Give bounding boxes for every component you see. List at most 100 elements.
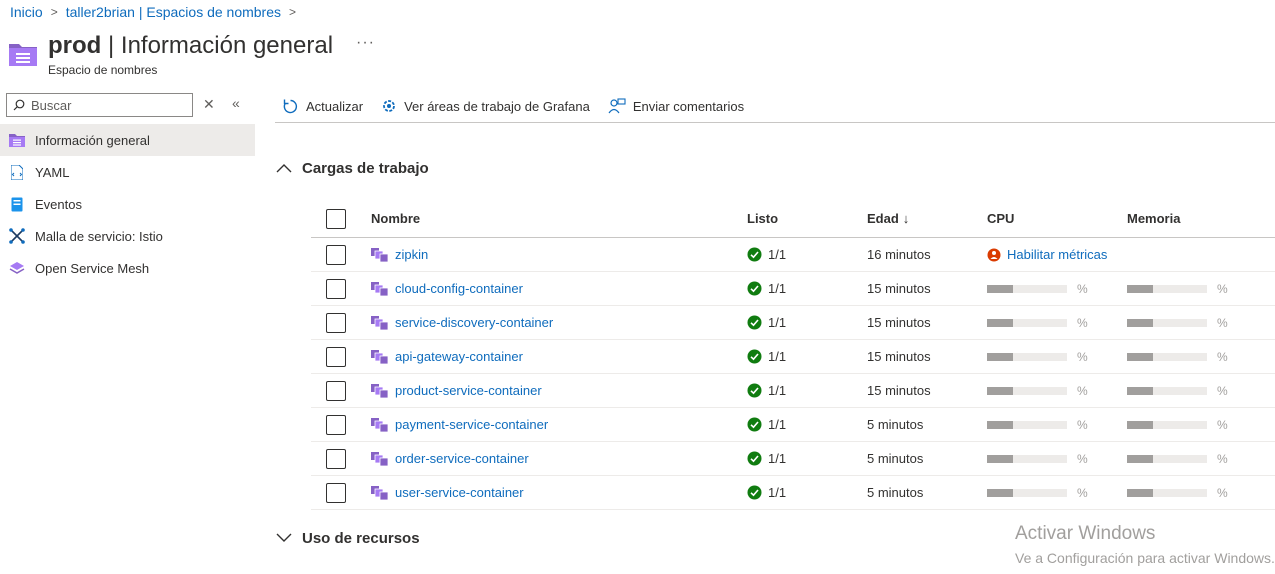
- search-input[interactable]: [31, 97, 181, 113]
- pod-icon: [371, 281, 389, 296]
- cpu-usage-bar: [987, 352, 1067, 361]
- scrolled-content-icon: [442, 123, 486, 129]
- column-header-name[interactable]: Nombre: [371, 211, 747, 226]
- sidebar-item-events[interactable]: Eventos: [0, 188, 255, 220]
- table-row[interactable]: payment-service-container 1/1 5 minutos%%: [311, 408, 1275, 442]
- sidebar-item-osm[interactable]: Open Service Mesh: [0, 252, 255, 284]
- resources-title: Uso de recursos: [302, 530, 420, 547]
- namespace-icon: [9, 44, 37, 66]
- table-row[interactable]: cloud-config-container 1/1 15 minutos%%: [311, 272, 1275, 306]
- sidebar-item-label: YAML: [35, 164, 70, 180]
- check-circle-icon: [747, 417, 762, 432]
- table-row[interactable]: zipkin 1/1 16 minutos Habilitar métricas: [311, 238, 1275, 272]
- memory-usage-fill: [1127, 284, 1154, 293]
- memory-usage-bar: [1127, 420, 1207, 429]
- row-checkbox[interactable]: [326, 278, 346, 299]
- grafana-button[interactable]: Ver áreas de trabajo de Grafana: [381, 98, 590, 114]
- row-checkbox[interactable]: [326, 482, 346, 503]
- refresh-button[interactable]: Actualizar: [282, 98, 363, 115]
- workloads-section-toggle[interactable]: Cargas de trabajo: [276, 160, 429, 177]
- workload-age: 15 minutos: [867, 383, 931, 398]
- column-header-ready[interactable]: Listo: [747, 211, 867, 226]
- cpu-usage-bar: [987, 318, 1067, 327]
- check-circle-icon: [747, 349, 762, 364]
- row-checkbox[interactable]: [326, 312, 346, 333]
- close-icon[interactable]: ✕: [203, 96, 215, 113]
- column-header-age[interactable]: Edad ↓: [867, 211, 987, 226]
- pod-icon: [371, 451, 389, 466]
- cpu-cell: %: [987, 350, 1127, 364]
- memory-cell: %: [1127, 384, 1275, 398]
- workloads-table: Nombre Listo Edad ↓ CPU Memoria zipkin 1/1…: [311, 200, 1275, 510]
- memory-usage-bar: [1127, 386, 1207, 395]
- collapse-sidebar-icon[interactable]: «: [232, 95, 240, 111]
- search-box[interactable]: [6, 93, 193, 117]
- workload-name-link[interactable]: cloud-config-container: [395, 281, 523, 296]
- sidebar-item-yaml[interactable]: YAML: [0, 156, 255, 188]
- warning-icon: [987, 248, 1001, 261]
- refresh-icon: [283, 99, 298, 113]
- ready-count: 1/1: [768, 315, 787, 330]
- table-header: Nombre Listo Edad ↓ CPU Memoria: [311, 200, 1275, 238]
- workloads-title: Cargas de trabajo: [302, 160, 429, 177]
- sidebar-item-label: Malla de servicio: Istio: [35, 228, 163, 244]
- column-header-cpu[interactable]: CPU: [987, 211, 1127, 226]
- more-options-icon[interactable]: ···: [356, 34, 375, 52]
- ready-count: 1/1: [768, 281, 787, 296]
- workload-name-link[interactable]: payment-service-container: [395, 417, 548, 432]
- check-circle-icon: [747, 281, 762, 296]
- workload-name-link[interactable]: zipkin: [395, 247, 428, 262]
- cpu-usage-fill: [987, 284, 1014, 293]
- cpu-cell: %: [987, 384, 1127, 398]
- cpu-usage-fill: [987, 318, 1014, 327]
- pod-icon: [371, 417, 389, 432]
- chevron-right-icon: >: [289, 5, 297, 19]
- check-circle-icon: [747, 485, 762, 500]
- cpu-percent: %: [1077, 383, 1088, 398]
- sidebar-item-label: Información general: [35, 132, 150, 148]
- row-checkbox[interactable]: [326, 346, 346, 367]
- memory-usage-bar: [1127, 318, 1207, 327]
- workload-name-link[interactable]: service-discovery-container: [395, 315, 553, 330]
- row-checkbox[interactable]: [326, 448, 346, 469]
- cpu-cell: %: [987, 316, 1127, 330]
- workload-age: 15 minutos: [867, 349, 931, 364]
- namespace-icon: [9, 132, 25, 148]
- table-row[interactable]: user-service-container 1/1 5 minutos%%: [311, 476, 1275, 510]
- memory-percent: %: [1217, 485, 1228, 500]
- row-checkbox[interactable]: [326, 414, 346, 435]
- page-title-section: | Información general: [101, 32, 334, 59]
- cpu-usage-fill: [987, 488, 1014, 497]
- command-bar: Actualizar Ver áreas de trabajo de Grafa…: [275, 90, 1275, 123]
- column-header-memory[interactable]: Memoria: [1127, 211, 1275, 226]
- select-all-checkbox[interactable]: [326, 208, 346, 229]
- memory-usage-fill: [1127, 420, 1154, 429]
- sidebar-item-overview[interactable]: Información general: [0, 124, 255, 156]
- row-checkbox[interactable]: [326, 244, 346, 265]
- memory-usage-fill: [1127, 454, 1154, 463]
- enable-metrics-link[interactable]: Habilitar métricas: [987, 247, 1107, 262]
- cpu-cell: %: [987, 282, 1127, 296]
- workload-name-link[interactable]: api-gateway-container: [395, 349, 523, 364]
- table-row[interactable]: service-discovery-container 1/1 15 minutos…: [311, 306, 1275, 340]
- workload-name-link[interactable]: order-service-container: [395, 451, 529, 466]
- ready-count: 1/1: [768, 485, 787, 500]
- row-checkbox[interactable]: [326, 380, 346, 401]
- check-circle-icon: [747, 247, 762, 262]
- workload-name-link[interactable]: product-service-container: [395, 383, 542, 398]
- table-row[interactable]: order-service-container 1/1 5 minutos%%: [311, 442, 1275, 476]
- cpu-percent: %: [1077, 315, 1088, 330]
- resources-section-toggle[interactable]: Uso de recursos: [276, 530, 420, 547]
- cpu-usage-bar: [987, 488, 1067, 497]
- memory-percent: %: [1217, 451, 1228, 466]
- memory-usage-fill: [1127, 386, 1154, 395]
- feedback-button[interactable]: Enviar comentarios: [608, 98, 744, 114]
- workload-name-link[interactable]: user-service-container: [395, 485, 524, 500]
- sidebar-item-istio[interactable]: Malla de servicio: Istio: [0, 220, 255, 252]
- check-circle-icon: [747, 451, 762, 466]
- table-row[interactable]: product-service-container 1/1 15 minutos%%: [311, 374, 1275, 408]
- breadcrumb-namespaces[interactable]: taller2brian | Espacios de nombres: [66, 4, 281, 20]
- table-row[interactable]: api-gateway-container 1/1 15 minutos%%: [311, 340, 1275, 374]
- workload-age: 5 minutos: [867, 451, 924, 466]
- breadcrumb-home[interactable]: Inicio: [10, 4, 43, 20]
